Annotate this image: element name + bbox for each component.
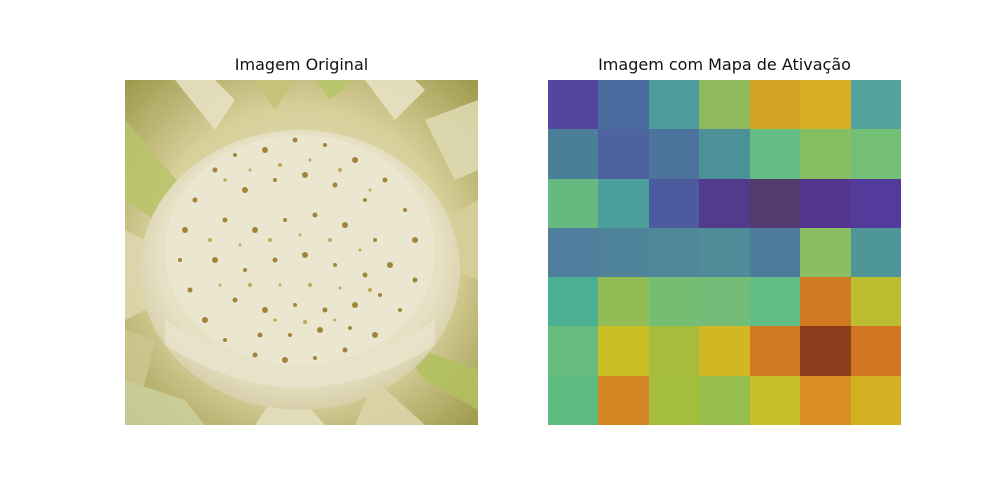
- heatmap-cell: [699, 178, 750, 228]
- heatmap-cell: [850, 227, 901, 278]
- heatmap-cell: [749, 178, 801, 228]
- heatmap-cell: [800, 80, 851, 130]
- heatmap-cell: [850, 375, 901, 425]
- heatmap-cell: [598, 178, 649, 228]
- heatmap-cell: [648, 80, 700, 130]
- heatmap-cell: [749, 277, 801, 327]
- heatmap-cell: [548, 375, 599, 425]
- heatmap-cell: [850, 178, 901, 228]
- heatmap-cell: [598, 227, 649, 278]
- heatmap-cell: [850, 277, 901, 327]
- heatmap-cell: [850, 129, 901, 179]
- heatmap-cell: [548, 277, 599, 327]
- heatmap-grid: [548, 80, 901, 425]
- heatmap-cell: [800, 227, 851, 278]
- heatmap-cell: [749, 129, 801, 179]
- heatmap-cell: [850, 326, 901, 376]
- heatmap-cell: [749, 326, 801, 376]
- heatmap-cell: [548, 326, 599, 376]
- heatmap-cell: [800, 178, 851, 228]
- heatmap-cell: [800, 277, 851, 327]
- original-image: [125, 80, 478, 425]
- heatmap-cell: [699, 80, 750, 130]
- activation-map-title: Imagem com Mapa de Ativação: [598, 55, 851, 74]
- heatmap-cell: [648, 326, 700, 376]
- heatmap-cell: [548, 129, 599, 179]
- heatmap-cell: [749, 80, 801, 130]
- heatmap-cell: [699, 375, 750, 425]
- heatmap-cell: [850, 80, 901, 130]
- heatmap-cell: [648, 375, 700, 425]
- heatmap-cell: [598, 375, 649, 425]
- activation-heatmap: [548, 80, 901, 425]
- original-image-title: Imagem Original: [234, 55, 369, 74]
- heatmap-cell: [598, 129, 649, 179]
- heatmap-cell: [699, 277, 750, 327]
- heatmap-cell: [648, 277, 700, 327]
- heatmap-cell: [548, 80, 599, 130]
- heatmap-cell: [699, 129, 750, 179]
- heatmap-cell: [648, 129, 700, 179]
- heatmap-cell: [800, 326, 851, 376]
- heatmap-cell: [598, 277, 649, 327]
- flower-photo: [125, 80, 478, 425]
- heatmap-cell: [648, 178, 700, 228]
- heatmap-cell: [648, 227, 700, 278]
- heatmap-cell: [749, 227, 801, 278]
- heatmap-cell: [548, 227, 599, 278]
- heatmap-cell: [800, 129, 851, 179]
- heatmap-cell: [800, 375, 851, 425]
- heatmap-cell: [548, 178, 599, 228]
- heatmap-cell: [699, 326, 750, 376]
- heatmap-cell: [598, 326, 649, 376]
- heatmap-cell: [749, 375, 801, 425]
- heatmap-cell: [699, 227, 750, 278]
- heatmap-cell: [598, 80, 649, 130]
